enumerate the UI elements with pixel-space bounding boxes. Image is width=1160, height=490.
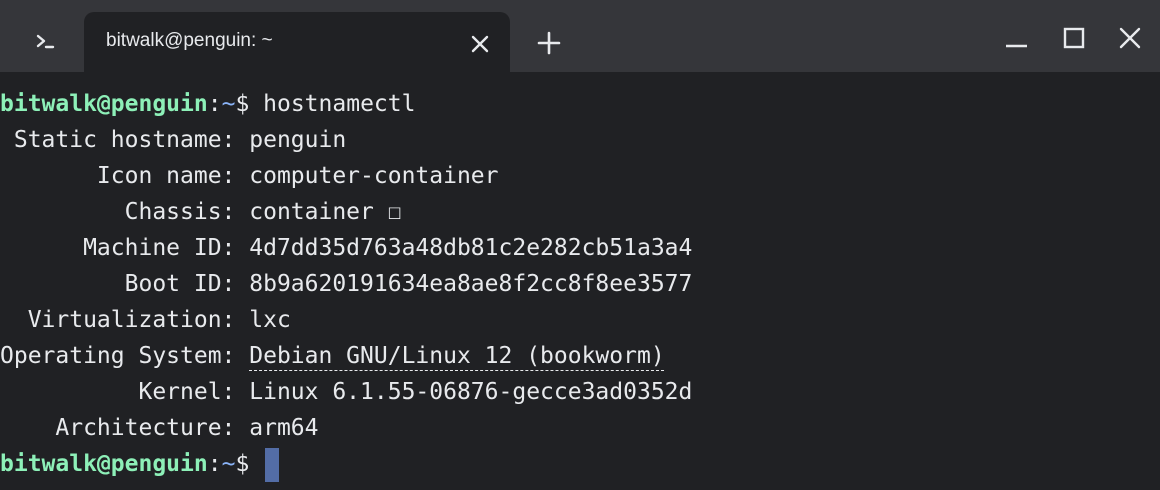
os-link[interactable]: Debian GNU/Linux 12 (bookworm) <box>249 343 664 369</box>
row-label: Virtualization: <box>0 307 250 333</box>
text-cursor <box>265 447 280 482</box>
prompt-colon: : <box>207 451 222 477</box>
output-row-architecture: Architecture: arm64 <box>0 410 1160 446</box>
row-value: 8b9a620191634ea8ae8f2cc8f8ee3577 <box>249 271 693 297</box>
row-label: Machine ID: <box>0 235 250 261</box>
row-value: Linux 6.1.55-06876-gecce3ad0352d <box>249 379 693 405</box>
row-label: Architecture: <box>0 415 250 441</box>
terminal-prompt-icon <box>24 26 60 60</box>
row-value: lxc <box>249 307 291 333</box>
row-value: 4d7dd35d763a48db81c2e282cb51a3a4 <box>249 235 693 261</box>
row-value: penguin <box>249 127 347 153</box>
prompt-path: ~ <box>221 91 236 117</box>
prompt-user-host: bitwalk@penguin <box>0 451 208 477</box>
row-label: Boot ID: <box>0 271 250 297</box>
output-row-virtualization: Virtualization: lxc <box>0 302 1160 338</box>
prompt-colon: : <box>207 91 222 117</box>
prompt-line: bitwalk@penguin:~$ <box>0 446 1160 482</box>
minimize-icon[interactable] <box>996 20 1036 60</box>
command-text: hostnamectl <box>263 91 416 117</box>
row-label: Icon name: <box>0 163 250 189</box>
output-row-boot-id: Boot ID: 8b9a620191634ea8ae8f2cc8f8ee357… <box>0 266 1160 302</box>
command-line: bitwalk@penguin:~$ hostnamectl <box>0 86 1160 122</box>
prompt-user-host: bitwalk@penguin <box>0 91 208 117</box>
row-label: Operating System: <box>0 343 250 369</box>
tab-terminal[interactable]: bitwalk@penguin: ~ <box>84 12 510 72</box>
title-bar: bitwalk@penguin: ~ <box>0 0 1160 72</box>
maximize-icon[interactable] <box>1054 20 1094 60</box>
row-value: container ☐ <box>249 199 402 225</box>
row-label: Kernel: <box>0 379 250 405</box>
prompt-path: ~ <box>221 451 236 477</box>
row-value: arm64 <box>249 415 319 441</box>
terminal-window: bitwalk@penguin: ~ bitwalk@penguin:~$ ho… <box>0 0 1160 490</box>
output-row-kernel: Kernel: Linux 6.1.55-06876-gecce3ad0352d <box>0 374 1160 410</box>
window-close-icon[interactable] <box>1110 20 1150 60</box>
tab-title: bitwalk@penguin: ~ <box>106 30 273 51</box>
terminal-output[interactable]: bitwalk@penguin:~$ hostnamectl Static ho… <box>0 86 1160 482</box>
row-label: Chassis: <box>0 199 250 225</box>
row-value: computer-container <box>249 163 499 189</box>
prompt-dollar: $ <box>235 91 264 117</box>
output-row-static-hostname: Static hostname: penguin <box>0 122 1160 158</box>
output-row-chassis: Chassis: container ☐ <box>0 194 1160 230</box>
prompt-dollar: $ <box>235 451 264 477</box>
row-label: Static hostname: <box>0 127 250 153</box>
output-row-machine-id: Machine ID: 4d7dd35d763a48db81c2e282cb51… <box>0 230 1160 266</box>
new-tab-plus-icon[interactable] <box>532 26 566 60</box>
output-row-operating-system: Operating System: Debian GNU/Linux 12 (b… <box>0 338 1160 374</box>
output-row-icon-name: Icon name: computer-container <box>0 158 1160 194</box>
tab-close-icon[interactable] <box>468 32 492 56</box>
